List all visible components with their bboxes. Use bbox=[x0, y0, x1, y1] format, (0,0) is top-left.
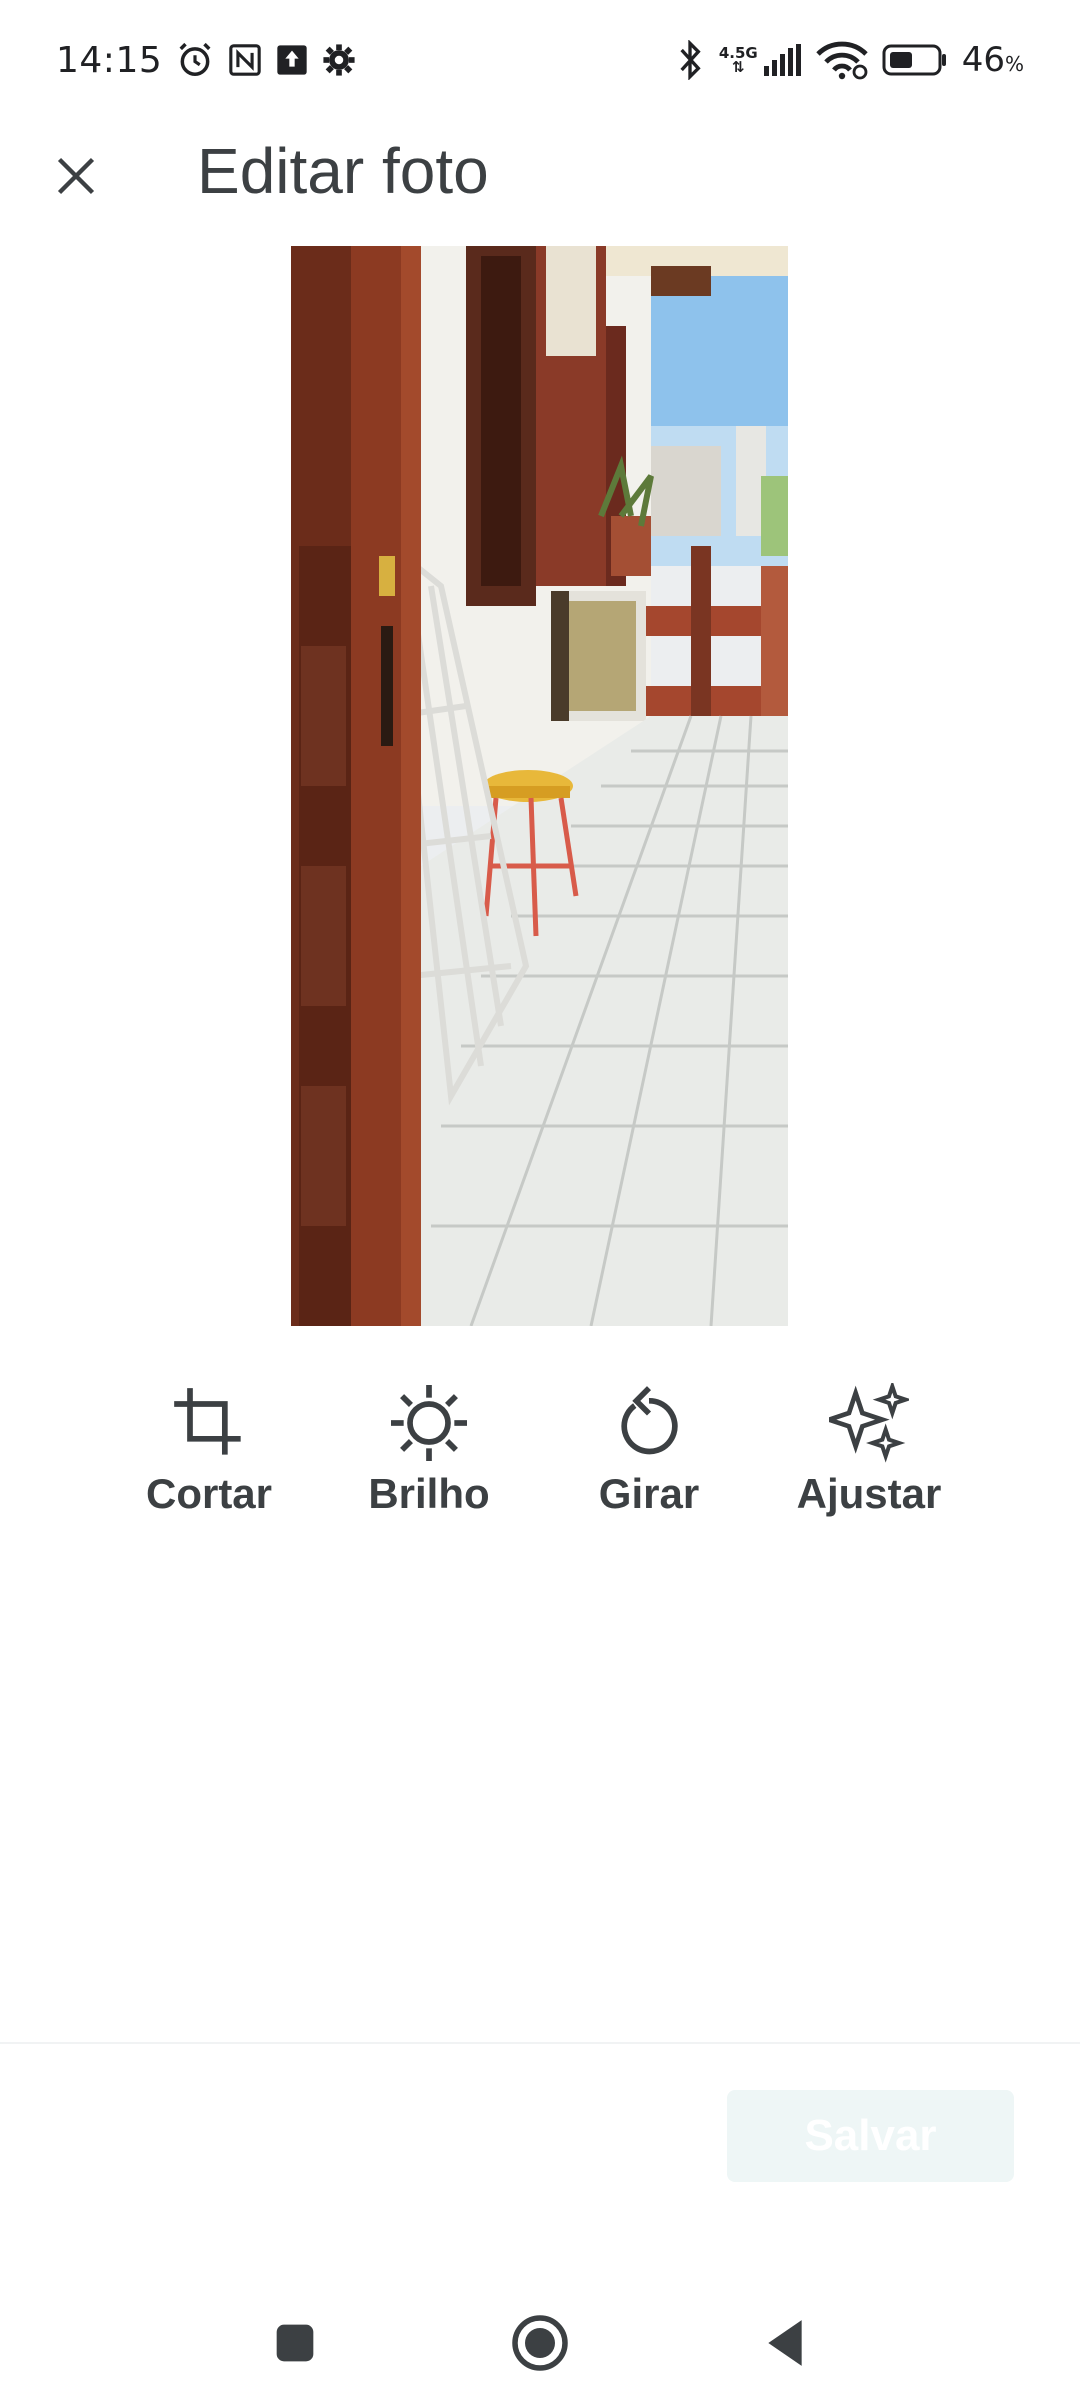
close-button[interactable] bbox=[36, 136, 116, 216]
crop-icon bbox=[174, 1388, 241, 1455]
back-icon bbox=[768, 2320, 802, 2366]
brightness-button[interactable]: Brilho bbox=[344, 1378, 514, 1548]
adjust-button[interactable]: Ajustar bbox=[784, 1378, 954, 1548]
alarm-icon bbox=[176, 41, 214, 79]
recents-icon bbox=[276, 2324, 314, 2362]
upload-icon bbox=[276, 44, 308, 76]
app-header: Editar foto bbox=[0, 120, 1080, 220]
battery-icon bbox=[882, 43, 948, 77]
photo-image bbox=[291, 246, 788, 1326]
bluetooth-icon bbox=[675, 40, 705, 80]
status-bar: 14:15 4.5G ⇅ 46% bbox=[0, 0, 1080, 120]
rotate-button[interactable]: Girar bbox=[564, 1378, 734, 1548]
sparkle-icon bbox=[829, 1383, 909, 1463]
status-left: 14:15 bbox=[56, 40, 356, 81]
signal-icon: 4.5G ⇅ bbox=[719, 44, 802, 76]
system-nav-bar bbox=[0, 2280, 1080, 2400]
photo-preview bbox=[291, 246, 788, 1326]
brightness-icon bbox=[391, 1385, 467, 1461]
status-right: 4.5G ⇅ 46% bbox=[675, 40, 1024, 80]
recents-button[interactable] bbox=[260, 2308, 330, 2378]
close-icon bbox=[57, 157, 95, 195]
brightness-label: Brilho bbox=[368, 1470, 490, 1517]
back-button[interactable] bbox=[750, 2308, 820, 2378]
rotate-label: Girar bbox=[598, 1470, 700, 1517]
crop-label: Cortar bbox=[145, 1470, 273, 1517]
rotate-icon bbox=[621, 1386, 678, 1455]
crop-button[interactable]: Cortar bbox=[124, 1378, 294, 1548]
home-icon bbox=[512, 2315, 568, 2371]
bottom-divider bbox=[0, 2042, 1080, 2044]
wifi-icon bbox=[816, 40, 868, 80]
save-button[interactable]: Salvar bbox=[727, 2090, 1014, 2182]
battery-percent: 46% bbox=[961, 40, 1024, 80]
adjust-label: Ajustar bbox=[796, 1470, 942, 1517]
edit-tools: Cortar Brilho Girar Ajustar bbox=[0, 1378, 1080, 1548]
home-button[interactable] bbox=[505, 2308, 575, 2378]
page-title: Editar foto bbox=[197, 135, 489, 207]
settings-icon bbox=[322, 43, 356, 77]
nfc-icon bbox=[228, 43, 262, 77]
network-type-label: 4.5G ⇅ bbox=[718, 44, 758, 76]
status-time: 14:15 bbox=[56, 39, 163, 81]
